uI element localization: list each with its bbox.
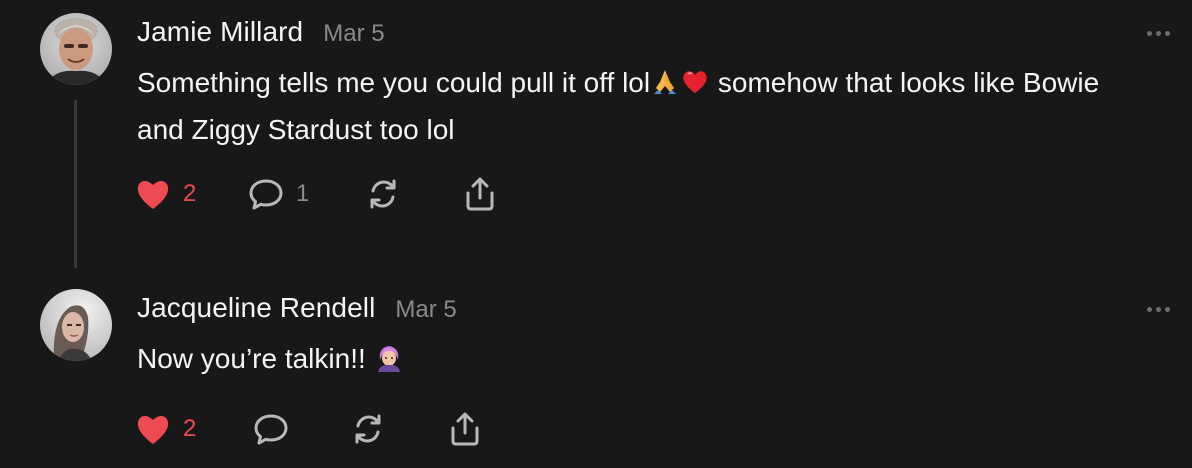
reply-count: 1: [296, 180, 310, 207]
share-button[interactable]: [462, 174, 498, 214]
post-jamie-millard: Jamie Millard Mar 5 Something tells me y…: [0, 0, 1192, 275]
repost-button[interactable]: [365, 174, 401, 214]
reply-button[interactable]: [253, 409, 289, 449]
more-options-button[interactable]: [1147, 31, 1170, 36]
dot-icon: [1165, 31, 1170, 36]
post-text-part: Now you’re talkin!!: [137, 343, 374, 374]
red-heart-emoji: [680, 65, 710, 108]
author-name[interactable]: Jamie Millard: [137, 16, 303, 48]
like-button[interactable]: 2: [135, 174, 196, 214]
avatar[interactable]: [40, 13, 112, 85]
dot-icon: [1165, 307, 1170, 312]
share-icon: [466, 177, 494, 211]
post-date[interactable]: Mar 5: [395, 296, 456, 324]
purple-haired-person-emoji: [374, 341, 404, 384]
dot-icon: [1147, 307, 1152, 312]
heart-filled-icon: [137, 415, 169, 444]
avatar[interactable]: [40, 289, 112, 361]
post-text: Now you’re talkin!!: [137, 337, 1127, 384]
like-button[interactable]: 2: [135, 409, 196, 449]
heart-filled-icon: [137, 180, 169, 209]
repost-icon: [370, 179, 396, 209]
post-header: Jamie Millard Mar 5: [137, 16, 385, 48]
post-text: Something tells me you could pull it off…: [137, 61, 1127, 151]
post-jacqueline-rendell: Jacqueline Rendell Mar 5 Now you’re talk…: [0, 275, 1192, 468]
post-date[interactable]: Mar 5: [323, 20, 384, 48]
post-text-part: Something tells me you could pull it off…: [137, 67, 651, 98]
author-name[interactable]: Jacqueline Rendell: [137, 292, 375, 324]
like-count: 2: [183, 180, 197, 207]
share-icon: [451, 412, 479, 446]
share-button[interactable]: [447, 409, 483, 449]
folded-hands-emoji: [650, 65, 680, 108]
dot-icon: [1156, 31, 1161, 36]
thread-connector-line: [74, 100, 77, 268]
comment-icon: [249, 179, 283, 210]
avatar-photo: [40, 13, 112, 85]
repost-icon: [355, 414, 381, 444]
repost-button[interactable]: [350, 409, 386, 449]
more-options-button[interactable]: [1147, 307, 1170, 312]
comment-icon: [254, 414, 288, 445]
avatar-photo: [40, 289, 112, 361]
dot-icon: [1156, 307, 1161, 312]
like-count: 2: [183, 415, 197, 442]
reply-button[interactable]: 1: [248, 174, 309, 214]
post-header: Jacqueline Rendell Mar 5: [137, 292, 457, 324]
dot-icon: [1147, 31, 1152, 36]
